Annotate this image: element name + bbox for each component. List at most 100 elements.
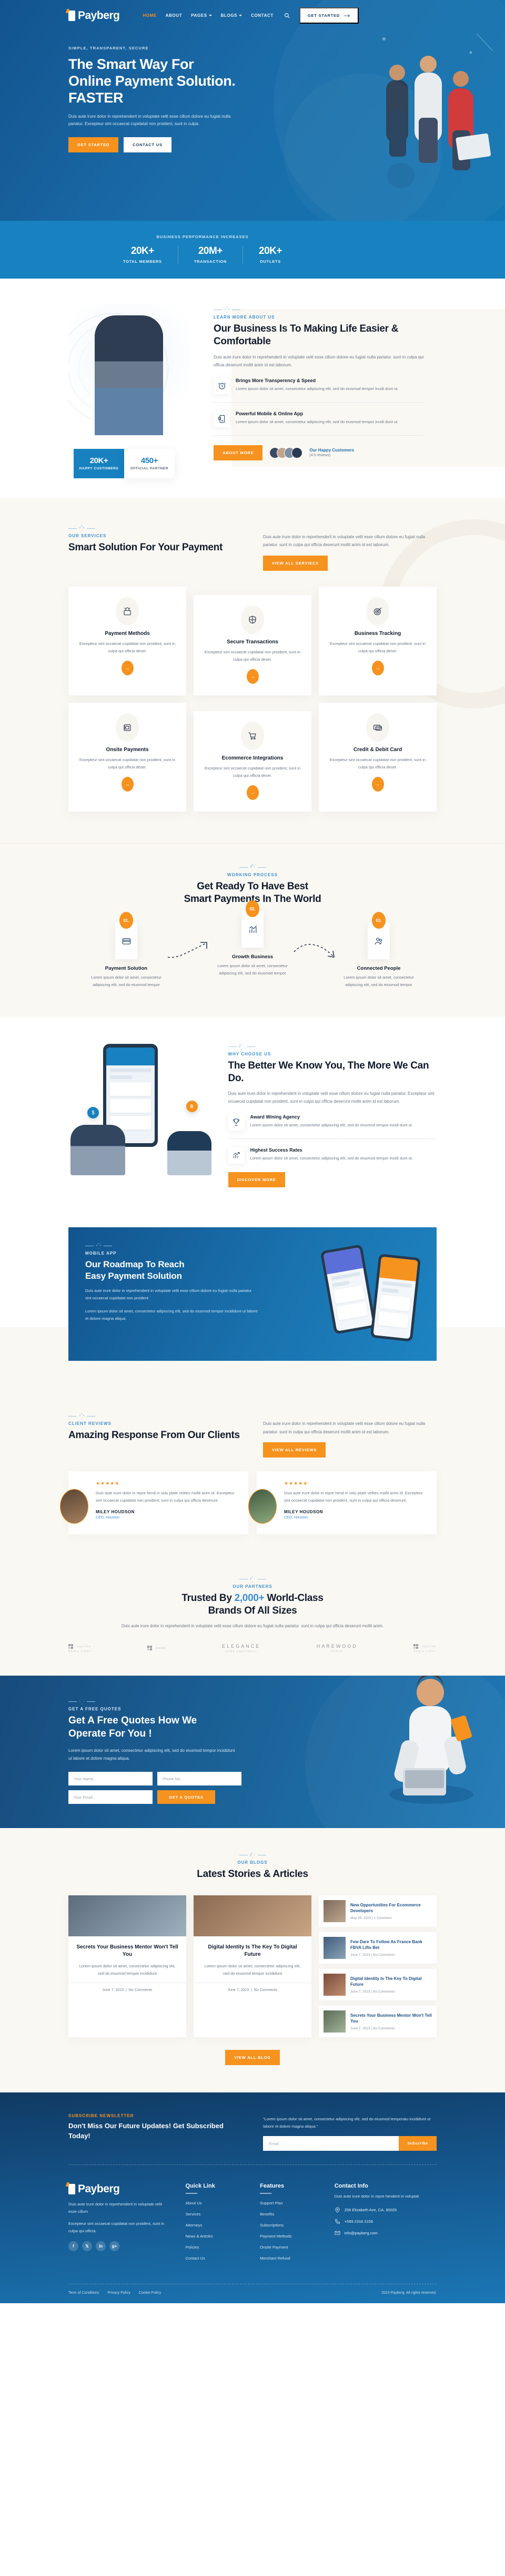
divider: [214, 402, 424, 403]
email-input[interactable]: [68, 1790, 153, 1804]
footer-link-policies[interactable]: Policies: [186, 2245, 245, 2250]
quotes-title: Get A Free Quotes How We Operate For You…: [68, 1715, 263, 1740]
diamond-divider: [68, 526, 242, 531]
footer-link-attorneys[interactable]: Attorneys: [186, 2223, 245, 2228]
footer-link-benefits[interactable]: Benefits: [260, 2212, 319, 2216]
trophy-icon: [228, 1114, 245, 1131]
blog-post-comments: No Comments: [128, 1988, 153, 1993]
stat-value: 20K+: [259, 245, 282, 256]
discover-more-button[interactable]: Discover More: [228, 1172, 285, 1187]
roadmap-title: Our Roadmap To Reach Easy Payment Soluti…: [85, 1259, 259, 1282]
footer-link-services[interactable]: Services: [186, 2212, 245, 2216]
nav-item-blogs[interactable]: Blogs: [220, 13, 243, 18]
phone-input[interactable]: [157, 1772, 241, 1786]
arrow-right-icon[interactable]: →: [246, 669, 259, 684]
name-input[interactable]: [68, 1772, 153, 1786]
nav-item-home[interactable]: Home: [143, 13, 156, 18]
contact-phone[interactable]: +569 2316 2156: [335, 2219, 437, 2224]
square-mark-icon: [147, 1646, 153, 1651]
footer-link-news-articles[interactable]: News & Articles: [186, 2234, 245, 2239]
happy-customers-label: Our Happy Customers (4.5 reviews): [309, 448, 354, 457]
reviews-tagline: Client Reviews: [68, 1421, 112, 1426]
blog-sidebar-item[interactable]: Digital Identity Is The Key To Digital F…: [319, 1969, 437, 2001]
nav-item-contact[interactable]: Contact: [251, 13, 274, 18]
arrow-right-icon[interactable]: →: [121, 660, 134, 675]
search-icon[interactable]: [284, 13, 290, 18]
view-all-reviews-button[interactable]: View All Reviews: [263, 1442, 326, 1458]
blog-post-comments: No Comments: [254, 1988, 278, 1993]
hero-section: Payberg Home About Pages Blogs Contact G…: [0, 0, 505, 221]
footer-contact-column: Contact Info Duis aute irure dolor in re…: [335, 2183, 437, 2267]
newsletter-email-input[interactable]: [263, 2136, 399, 2151]
google-plus-icon[interactable]: g+: [109, 2241, 119, 2251]
hero-title: The Smart Way For Online Payment Solutio…: [68, 56, 274, 107]
newsletter-form: Subscribe: [263, 2136, 437, 2151]
service-card-onsite-payments[interactable]: Onsite Payments Excepteur sint occaecat …: [68, 702, 186, 812]
footer-logo[interactable]: Payberg: [68, 2183, 170, 2195]
nav-label: Blogs: [220, 13, 238, 18]
services-tagline: Our Services: [68, 533, 107, 538]
review-author: Miley Houdson: [96, 1509, 135, 1514]
footer-cookie-link[interactable]: Cookie Policy: [139, 2291, 161, 2295]
footer-link-about-us[interactable]: About Us: [186, 2201, 245, 2205]
footer-brand-column: Payberg Duis aute irure dolor in reprehe…: [68, 2183, 170, 2267]
blog-post-card[interactable]: Digital Identity Is The Key To Digital F…: [194, 1895, 311, 2038]
arrow-right-icon[interactable]: →: [371, 776, 384, 792]
blog-post-card[interactable]: Secrets Your Business Mentor Won't Tell …: [68, 1895, 186, 2038]
newsletter-quote: "Lorem ipsum dolor sit amet, consectetur…: [263, 2117, 431, 2129]
feature-text: Lorem ipsum dolor sit amet, consectetur …: [236, 386, 399, 391]
partner-sub: MEDIA FIRST: [413, 1649, 437, 1653]
nav-item-pages[interactable]: Pages: [191, 13, 212, 18]
heading-underline: [185, 2193, 197, 2194]
blog-sidebar-item[interactable]: Secrets Your Business Mentor Won't Tell …: [319, 2006, 437, 2038]
process-step-3: 03. Connected People Lorem ipsum dolor s…: [339, 912, 418, 988]
footer-link-subscriptions[interactable]: Subscriptions: [260, 2223, 319, 2228]
get-started-button[interactable]: Get Started: [299, 7, 359, 24]
logo[interactable]: Payberg: [68, 9, 120, 22]
diamond-icon: [96, 1243, 101, 1249]
linkedin-icon[interactable]: in: [96, 2241, 106, 2251]
footer-link-payment-methods[interactable]: Payment Methods: [260, 2234, 319, 2239]
partners-title-line-2: Brands Of All Sizes: [208, 1605, 297, 1617]
about-title: Our Business Is To Making Life Easier & …: [214, 323, 399, 347]
blog-sidebar-item[interactable]: New Opportunities For Ecommerce Develope…: [319, 1895, 437, 1927]
shopping-cart-icon: [241, 721, 264, 750]
arrow-right-icon[interactable]: →: [121, 776, 134, 792]
stat-total-members: 20K+ Total Members: [107, 245, 178, 264]
hero-get-started-button[interactable]: Get Started: [68, 137, 119, 153]
service-title: Onsite Payments: [106, 746, 149, 753]
partner-sub: GROUP: [331, 1650, 344, 1653]
facebook-icon[interactable]: f: [68, 2241, 78, 2251]
footer-link-onsite-payment[interactable]: Onsite Payment: [260, 2245, 319, 2250]
service-card-business-tracking[interactable]: Business Tracking Excepteur sint occaeca…: [319, 587, 437, 695]
step-text: Lorem ipsum dolor sit amet, consectetur …: [91, 975, 161, 987]
service-card-credit-debit-card[interactable]: Credit & Debit Card Excepteur sint occae…: [319, 702, 437, 812]
contact-phone-text: +569 2316 2156: [344, 2219, 373, 2224]
arrow-right-icon[interactable]: →: [371, 660, 384, 675]
service-card-payment-methods[interactable]: Payment Methods Excepteur sint occaecat …: [68, 587, 186, 695]
service-card-secure-transactions[interactable]: Secure Transactions Excepteur sint occae…: [194, 595, 311, 695]
twitter-icon[interactable]: 𝕏: [82, 2241, 92, 2251]
diamond-icon: [79, 526, 84, 531]
about-stat-happy-customers: 20K+ Happy Customers: [74, 448, 124, 478]
get-a-quotes-button[interactable]: Get A Quotes: [157, 1790, 215, 1804]
view-all-services-button[interactable]: View All Serviecs: [263, 556, 328, 571]
view-all-blog-button[interactable]: View All Blog: [225, 2050, 280, 2066]
footer-terms-link[interactable]: Term of Conditions: [68, 2291, 99, 2295]
arrow-right-icon[interactable]: →: [246, 785, 259, 800]
footer-link-contact-us[interactable]: Contact Us: [186, 2256, 245, 2261]
about-photo: [68, 304, 189, 435]
subscribe-button[interactable]: Subscribe: [399, 2136, 437, 2151]
footer-link-merchant-refund[interactable]: Merchant Refund: [260, 2256, 319, 2261]
footer-link-support-plan[interactable]: Support Plan: [260, 2201, 319, 2205]
hero-contact-button[interactable]: Contact Us: [124, 137, 171, 153]
contact-email[interactable]: info@payberg.com: [335, 2230, 437, 2236]
about-more-button[interactable]: About More: [214, 445, 263, 460]
nav-item-about[interactable]: About: [166, 13, 182, 18]
diamond-icon: [79, 1699, 84, 1705]
chevron-down-icon: [208, 15, 212, 16]
blog-sidebar-item[interactable]: Few Dare To Follow As France Bank FBVA L…: [319, 1932, 437, 1964]
footer-privacy-link[interactable]: Privacy Policy: [107, 2291, 130, 2295]
service-card-ecommerce-integrations[interactable]: Ecommerce Integrations Excepteur sint oc…: [194, 711, 311, 812]
blog-thumbnail: [324, 2010, 346, 2033]
